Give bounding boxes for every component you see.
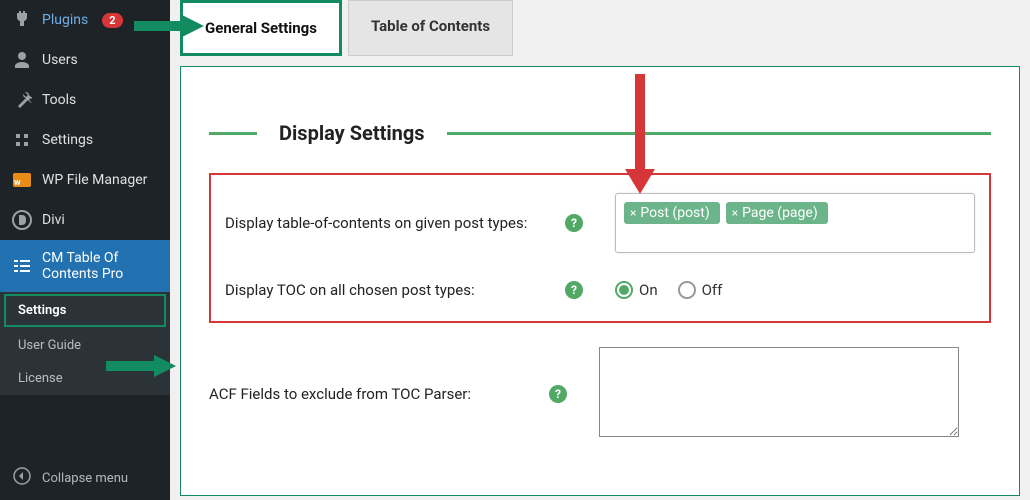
field-acf-exclude: ACF Fields to exclude from TOC Parser: ? bbox=[209, 347, 991, 441]
field-label: Display table-of-contents on given post … bbox=[225, 214, 565, 232]
tabs: General Settings Table of Contents bbox=[180, 0, 1020, 56]
main-content: General Settings Table of Contents Displ… bbox=[170, 0, 1030, 500]
plugins-badge: 2 bbox=[102, 13, 122, 28]
field-control: On Off bbox=[615, 281, 975, 299]
sidebar-item-cmtoc[interactable]: CM Table Of Contents Pro bbox=[0, 240, 170, 292]
help-icon[interactable]: ? bbox=[565, 214, 583, 232]
help-icon[interactable]: ? bbox=[565, 281, 583, 299]
field-label: Display TOC on all chosen post types: bbox=[225, 281, 565, 299]
wpfm-icon bbox=[12, 170, 32, 190]
user-icon bbox=[12, 50, 32, 70]
divi-icon bbox=[12, 210, 32, 230]
sidebar-item-tools[interactable]: Tools bbox=[0, 80, 170, 120]
sidebar-label: Settings bbox=[42, 132, 93, 148]
plugin-icon bbox=[12, 10, 32, 30]
collapse-icon bbox=[12, 466, 32, 490]
radio-label: On bbox=[639, 281, 658, 299]
remove-token-icon[interactable]: × bbox=[630, 206, 636, 220]
submenu-item-license[interactable]: License bbox=[0, 362, 170, 395]
sidebar-item-settings[interactable]: Settings bbox=[0, 120, 170, 160]
token-page[interactable]: × Page (page) bbox=[726, 202, 828, 224]
help-icon[interactable]: ? bbox=[549, 385, 567, 403]
submenu-item-settings[interactable]: Settings bbox=[4, 294, 166, 327]
sidebar-label: WP File Manager bbox=[42, 172, 147, 188]
radio-label: Off bbox=[702, 281, 723, 299]
sidebar-label: Tools bbox=[42, 92, 76, 108]
sidebar-item-wpfilemanager[interactable]: WP File Manager bbox=[0, 160, 170, 200]
token-label: Post (post) bbox=[640, 205, 709, 221]
acf-exclude-textarea[interactable] bbox=[599, 347, 959, 437]
collapse-label: Collapse menu bbox=[42, 471, 128, 486]
field-display-all: Display TOC on all chosen post types: ? … bbox=[225, 281, 975, 299]
collapse-menu[interactable]: Collapse menu bbox=[0, 456, 170, 500]
radio-on[interactable]: On bbox=[615, 281, 658, 299]
section-heading: Display Settings bbox=[209, 121, 991, 145]
sidebar-item-divi[interactable]: Divi bbox=[0, 200, 170, 240]
field-control: × Post (post) × Page (page) bbox=[615, 193, 975, 253]
sidebar-item-users[interactable]: Users bbox=[0, 40, 170, 80]
sidebar-label: CM Table Of Contents Pro bbox=[42, 250, 158, 282]
remove-token-icon[interactable]: × bbox=[732, 206, 738, 220]
token-post[interactable]: × Post (post) bbox=[624, 202, 720, 224]
highlighted-settings-box: Display table-of-contents on given post … bbox=[209, 173, 991, 323]
settings-icon bbox=[12, 130, 32, 150]
sidebar-label: Users bbox=[42, 52, 78, 68]
field-post-types: Display table-of-contents on given post … bbox=[225, 193, 975, 253]
post-types-input[interactable]: × Post (post) × Page (page) bbox=[615, 193, 975, 253]
sidebar-item-plugins[interactable]: Plugins 2 bbox=[0, 0, 170, 40]
tools-icon bbox=[12, 90, 32, 110]
tab-general-settings[interactable]: General Settings bbox=[180, 0, 342, 56]
admin-sidebar: Plugins 2 Users Tools Settings WP File M… bbox=[0, 0, 170, 500]
field-control bbox=[599, 347, 991, 441]
field-label: ACF Fields to exclude from TOC Parser: bbox=[209, 385, 549, 403]
radio-icon bbox=[615, 281, 633, 299]
settings-panel: Display Settings Display table-of-conten… bbox=[180, 66, 1020, 496]
cmtoc-icon bbox=[12, 256, 32, 276]
token-label: Page (page) bbox=[742, 205, 818, 221]
heading-line-left bbox=[209, 132, 257, 135]
tab-table-of-contents[interactable]: Table of Contents bbox=[348, 0, 513, 56]
section-title: Display Settings bbox=[257, 121, 447, 145]
submenu-item-userguide[interactable]: User Guide bbox=[0, 329, 170, 362]
heading-line-right bbox=[447, 132, 991, 135]
sidebar-submenu: Settings User Guide License bbox=[0, 292, 170, 395]
radio-off[interactable]: Off bbox=[678, 281, 723, 299]
sidebar-label: Plugins bbox=[42, 12, 88, 28]
sidebar-label: Divi bbox=[42, 212, 65, 228]
radio-group-displayall: On Off bbox=[615, 281, 975, 299]
radio-icon bbox=[678, 281, 696, 299]
